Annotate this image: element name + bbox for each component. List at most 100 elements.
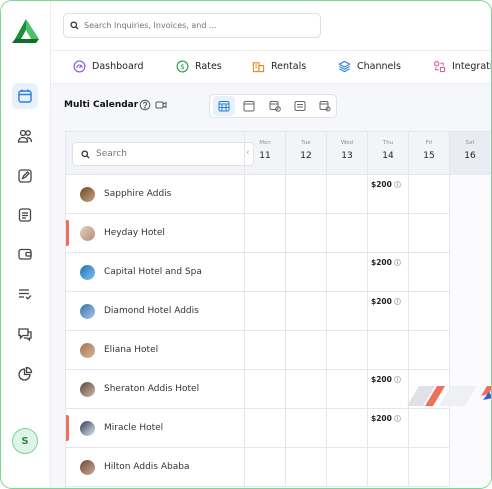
rental-row[interactable]: Miracle Hotel $200 i — [66, 409, 491, 448]
calendar-cell[interactable] — [326, 331, 367, 370]
calendar-cell[interactable] — [449, 448, 490, 487]
rental-row[interactable]: Hilton Addis Ababa — [66, 448, 491, 487]
calendar-cell[interactable] — [408, 253, 449, 292]
rental-label[interactable]: Diamond Hotel Addis — [66, 292, 244, 331]
calendar-cell[interactable] — [326, 370, 367, 409]
help-icon[interactable] — [139, 99, 151, 111]
price-label: $200 i — [371, 375, 401, 384]
rental-label[interactable]: Sheraton Addis Hotel — [66, 370, 244, 409]
calendar-cell[interactable]: $200 i — [367, 292, 408, 331]
rental-label[interactable]: Heyday Hotel — [66, 214, 244, 253]
calendar-cell[interactable] — [326, 409, 367, 448]
calendar-cell[interactable] — [244, 292, 285, 331]
calendar-cell[interactable] — [285, 292, 326, 331]
calendar-cell[interactable] — [367, 448, 408, 487]
calendar-cell[interactable] — [244, 409, 285, 448]
calendar-cell[interactable] — [449, 331, 490, 370]
rental-label[interactable]: Miracle Hotel — [66, 409, 244, 448]
sidebar-item-checklist[interactable] — [12, 281, 38, 307]
calendar-cell[interactable] — [449, 175, 490, 214]
calendar-cell[interactable] — [326, 214, 367, 253]
sidebar-item-users[interactable] — [12, 123, 38, 149]
price-value: $200 — [371, 258, 392, 267]
rental-label[interactable]: Hilton Addis Ababa — [66, 448, 244, 487]
info-icon: i — [393, 259, 401, 266]
calendar-cell[interactable] — [326, 253, 367, 292]
rental-label[interactable]: Sapphire Addis — [66, 175, 244, 214]
view-day-button[interactable] — [263, 96, 285, 116]
nav-dashboard[interactable]: Dashboard — [73, 60, 144, 73]
rental-name: Sheraton Addis Hotel — [104, 384, 200, 394]
calendar-cell[interactable] — [285, 175, 326, 214]
view-month-button[interactable] — [213, 96, 236, 116]
calendar-cell[interactable]: $200 i — [367, 253, 408, 292]
calendar-cell[interactable] — [285, 409, 326, 448]
calendar-cell[interactable] — [285, 253, 326, 292]
rental-search-input[interactable] — [96, 149, 246, 159]
calendar-cell[interactable] — [408, 292, 449, 331]
calendar-cell[interactable] — [285, 448, 326, 487]
day-name: Thu — [382, 140, 394, 146]
nav-rentals[interactable]: Rentals — [252, 60, 306, 73]
calendar-cell[interactable] — [367, 331, 408, 370]
calendar-cell[interactable] — [408, 409, 449, 448]
view-list-button[interactable] — [289, 96, 311, 116]
nav-integrations[interactable]: Integrati — [433, 60, 491, 73]
calendar-settings-icon — [319, 101, 331, 112]
calendar-cell[interactable] — [449, 409, 490, 448]
calendar-cell[interactable] — [449, 253, 490, 292]
video-icon[interactable] — [155, 99, 167, 111]
view-schedule-button[interactable] — [314, 96, 336, 116]
calendar-cell[interactable] — [244, 331, 285, 370]
rental-row[interactable]: Heyday Hotel — [66, 214, 491, 253]
sidebar-item-documents[interactable] — [12, 202, 38, 228]
day-name: Sat — [465, 140, 475, 146]
day-name: Fri — [425, 140, 433, 146]
rental-row[interactable]: Eliana Hotel — [66, 331, 491, 370]
rental-thumbnail — [80, 226, 95, 241]
rental-search[interactable] — [72, 142, 254, 166]
sidebar-item-calendar[interactable] — [12, 83, 38, 109]
calendar-cell[interactable] — [408, 175, 449, 214]
calendar-cell[interactable] — [285, 331, 326, 370]
calendar-cell[interactable] — [326, 292, 367, 331]
top-bar — [51, 1, 491, 51]
calendar-cell[interactable] — [408, 448, 449, 487]
nav-channels[interactable]: Channels — [338, 60, 401, 73]
calendar-cell[interactable] — [449, 214, 490, 253]
sidebar-item-edit[interactable] — [12, 163, 38, 189]
calendar-cell[interactable] — [285, 214, 326, 253]
rental-row[interactable]: Diamond Hotel Addis $200 i — [66, 292, 491, 331]
nav-rates[interactable]: $ Rates — [176, 60, 222, 73]
calendar-cell[interactable] — [244, 214, 285, 253]
calendar-cell[interactable] — [408, 214, 449, 253]
logo-icon — [12, 19, 39, 43]
global-search[interactable] — [63, 13, 321, 38]
sidebar-item-wallet[interactable] — [12, 241, 38, 267]
calendar-cell[interactable]: $200 i — [367, 409, 408, 448]
dashboard-icon — [73, 60, 86, 73]
day-number: 12 — [300, 151, 312, 161]
rental-row[interactable]: Sapphire Addis $200 i — [66, 175, 491, 214]
calendar-cell[interactable] — [244, 175, 285, 214]
info-icon: i — [393, 298, 401, 305]
calendar-cell[interactable] — [285, 370, 326, 409]
view-week-button[interactable] — [238, 96, 260, 116]
calendar-cell[interactable] — [244, 448, 285, 487]
calendar-cell[interactable] — [449, 292, 490, 331]
calendar-cell[interactable] — [326, 448, 367, 487]
calendar-cell[interactable] — [408, 331, 449, 370]
calendar-cell[interactable]: $200 i — [367, 175, 408, 214]
user-avatar[interactable]: S — [12, 428, 38, 454]
sidebar-item-reports[interactable] — [12, 361, 38, 387]
day-number: 16 — [464, 151, 476, 161]
calendar-cell[interactable] — [367, 214, 408, 253]
sidebar-item-chat[interactable] — [12, 321, 38, 347]
calendar-cell[interactable] — [326, 175, 367, 214]
calendar-cell[interactable] — [244, 253, 285, 292]
rental-label[interactable]: Capital Hotel and Spa — [66, 253, 244, 292]
rental-label[interactable]: Eliana Hotel — [66, 331, 244, 370]
global-search-input[interactable] — [84, 21, 304, 30]
rental-row[interactable]: Capital Hotel and Spa $200 i — [66, 253, 491, 292]
calendar-cell[interactable] — [244, 370, 285, 409]
